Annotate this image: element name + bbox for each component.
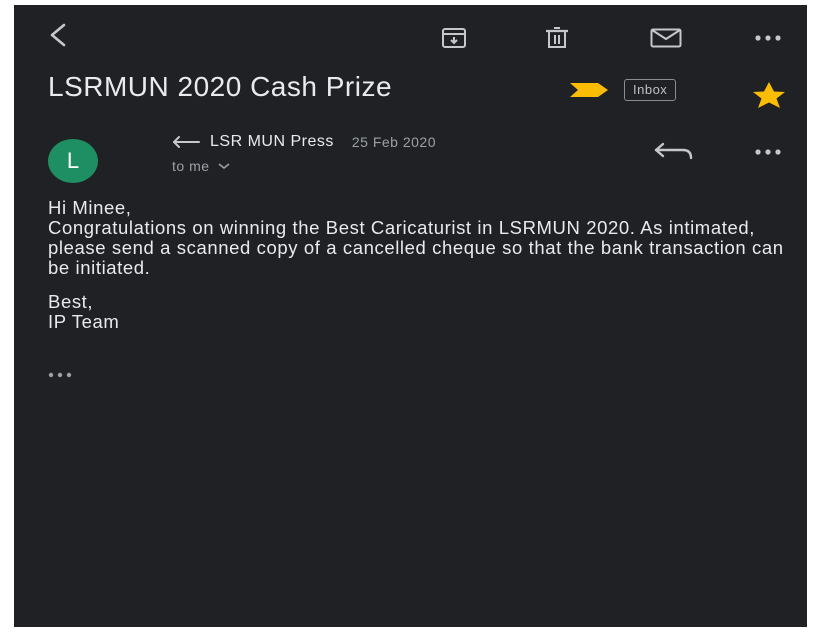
back-button[interactable] (42, 19, 74, 51)
sender-row: LSR MUN Press 25 Feb 2020 (172, 133, 436, 151)
chevron-down-icon (218, 163, 230, 170)
recipient-text: to me (172, 158, 210, 174)
greeting: Hi Minee, (48, 197, 132, 218)
recipient-details-toggle[interactable]: to me (172, 158, 232, 174)
body-paragraph: Congratulations on winning the Best Cari… (48, 217, 784, 278)
reply-button[interactable] (650, 135, 698, 167)
more-horizontal-icon (755, 35, 781, 41)
star-icon[interactable] (748, 81, 790, 109)
trash-icon (546, 27, 568, 48)
message-date: 25 Feb 2020 (351, 134, 436, 150)
inbox-label[interactable]: Inbox (624, 79, 677, 101)
archive-icon (442, 28, 466, 48)
email-subject: LSRMUN 2020 Cash Prize (48, 71, 393, 102)
signature: Best, IP Team (48, 292, 798, 332)
email-view: LSRMUN 2020 Cash Prize Inbox L LSR MUN P… (14, 5, 807, 627)
envelope-icon (650, 28, 682, 48)
back-arrow-icon (50, 23, 66, 47)
reply-small-icon (173, 136, 200, 148)
reply-icon (654, 142, 693, 160)
delete-button[interactable] (537, 21, 577, 55)
show-trimmed-content-button[interactable] (48, 365, 72, 383)
more-horizontal-icon (755, 149, 781, 155)
important-marker-icon[interactable] (570, 83, 608, 97)
signature-line: Best, (48, 291, 94, 312)
sender-name: LSR MUN Press (210, 133, 334, 150)
more-options-button[interactable] (748, 25, 788, 51)
more-horizontal-icon (48, 372, 72, 378)
archive-button[interactable] (434, 21, 474, 55)
message-more-button[interactable] (748, 141, 788, 163)
avatar[interactable]: L (48, 139, 98, 183)
signature-line: IP Team (48, 311, 120, 332)
mark-unread-button[interactable] (644, 21, 688, 55)
message-body: Hi Minee, Congratulations on winning the… (48, 198, 798, 332)
